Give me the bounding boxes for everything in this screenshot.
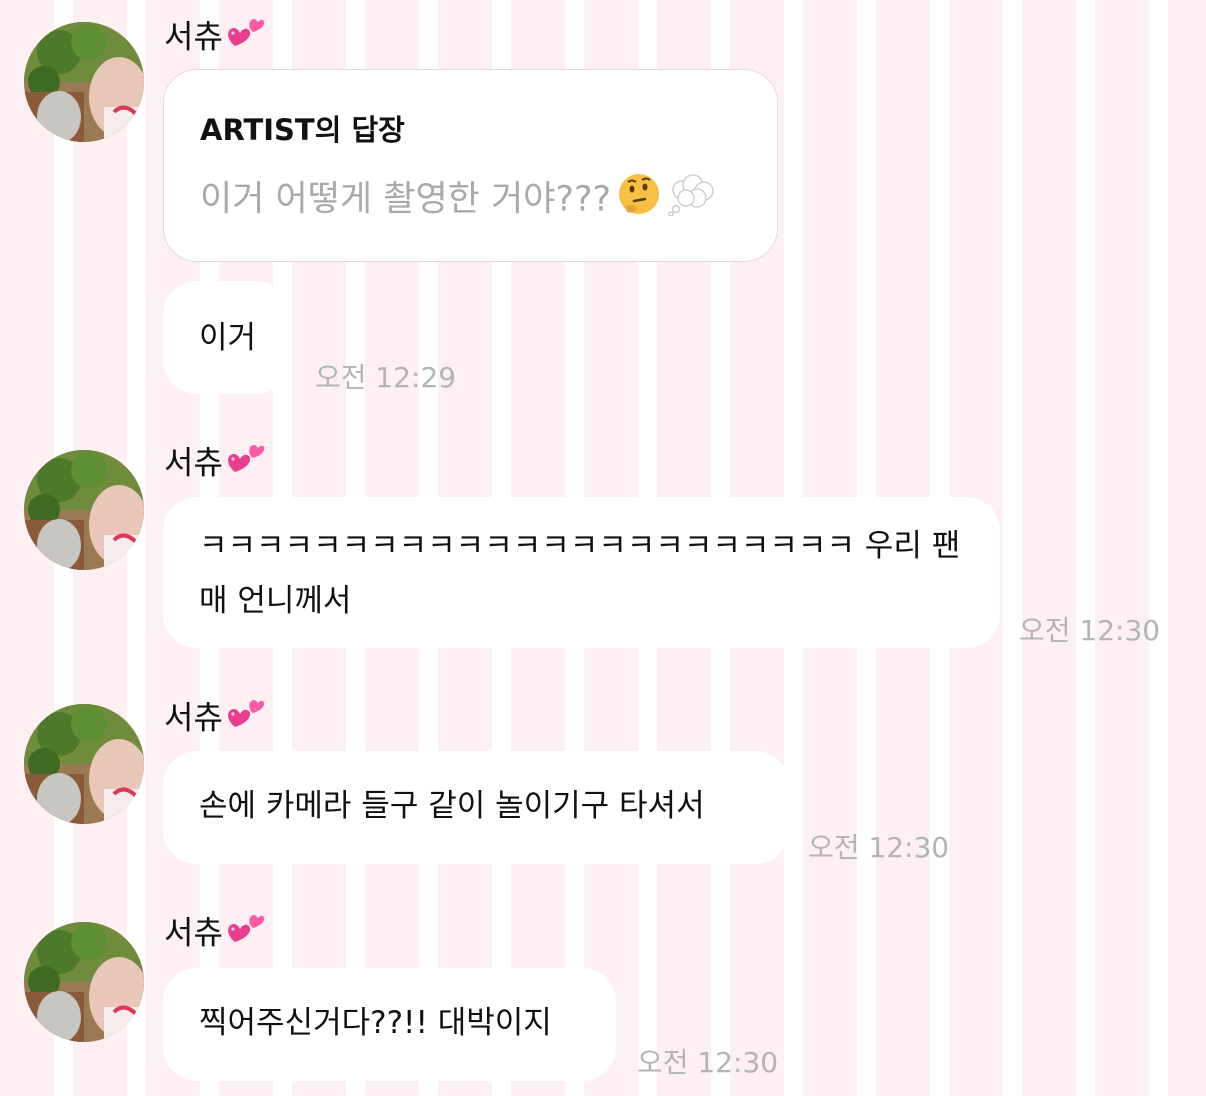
message-bubble[interactable]: 찍어주신거다??!! 대박이지: [163, 968, 616, 1081]
avatar[interactable]: [24, 922, 144, 1042]
message-bubble[interactable]: 손에 카메라 들구 같이 놀이기구 타셔서: [163, 751, 789, 864]
chat-thread: 서츄 ARTIST의 답장 이거 어떻게 촬영한 거야??? 이거 오전 12:…: [0, 0, 1206, 1096]
sender-name: 서츄: [164, 912, 265, 957]
message-bubble[interactable]: ㅋㅋㅋㅋㅋㅋㅋㅋㅋㅋㅋㅋㅋㅋㅋㅋㅋㅋㅋㅋㅋㅋㅋ 우리 팬 매 언니께서: [163, 497, 1000, 648]
avatar[interactable]: [24, 704, 144, 824]
message-time: 오전 12:30: [808, 831, 950, 864]
two-hearts-icon: [225, 697, 265, 742]
avatar[interactable]: [24, 450, 144, 570]
message-time: 오전 12:30: [637, 1046, 779, 1079]
avatar[interactable]: [24, 22, 144, 142]
message-bubble[interactable]: 이거: [163, 281, 290, 394]
message-line: ㅋㅋㅋㅋㅋㅋㅋㅋㅋㅋㅋㅋㅋㅋㅋㅋㅋㅋㅋㅋㅋㅋㅋ 우리 팬: [199, 528, 961, 564]
reply-bubble[interactable]: ARTIST의 답장 이거 어떻게 촬영한 거야???: [163, 69, 778, 262]
message-line: 매 언니께서: [199, 583, 352, 619]
two-hearts-icon: [225, 912, 265, 957]
sender-name: 서츄: [164, 442, 265, 487]
sender-name: 서츄: [164, 16, 265, 61]
reply-quote: 이거 어떻게 촬영한 거야???: [200, 172, 717, 229]
thinking-face-icon: [617, 172, 661, 229]
two-hearts-icon: [225, 16, 265, 61]
thought-balloon-icon: [667, 172, 717, 229]
reply-title: ARTIST의 답장: [200, 113, 405, 147]
message-text: 이거: [199, 320, 257, 356]
message-text: 찍어주신거다??!! 대박이지: [199, 1005, 552, 1041]
message-text: 손에 카메라 들구 같이 놀이기구 타셔서: [199, 788, 705, 824]
message-time: 오전 12:30: [1019, 614, 1161, 647]
message-time: 오전 12:29: [315, 361, 457, 394]
two-hearts-icon: [225, 442, 265, 487]
sender-name: 서츄: [164, 697, 265, 742]
message-text: ㅋㅋㅋㅋㅋㅋㅋㅋㅋㅋㅋㅋㅋㅋㅋㅋㅋㅋㅋㅋㅋㅋㅋ 우리 팬 매 언니께서: [199, 519, 960, 629]
